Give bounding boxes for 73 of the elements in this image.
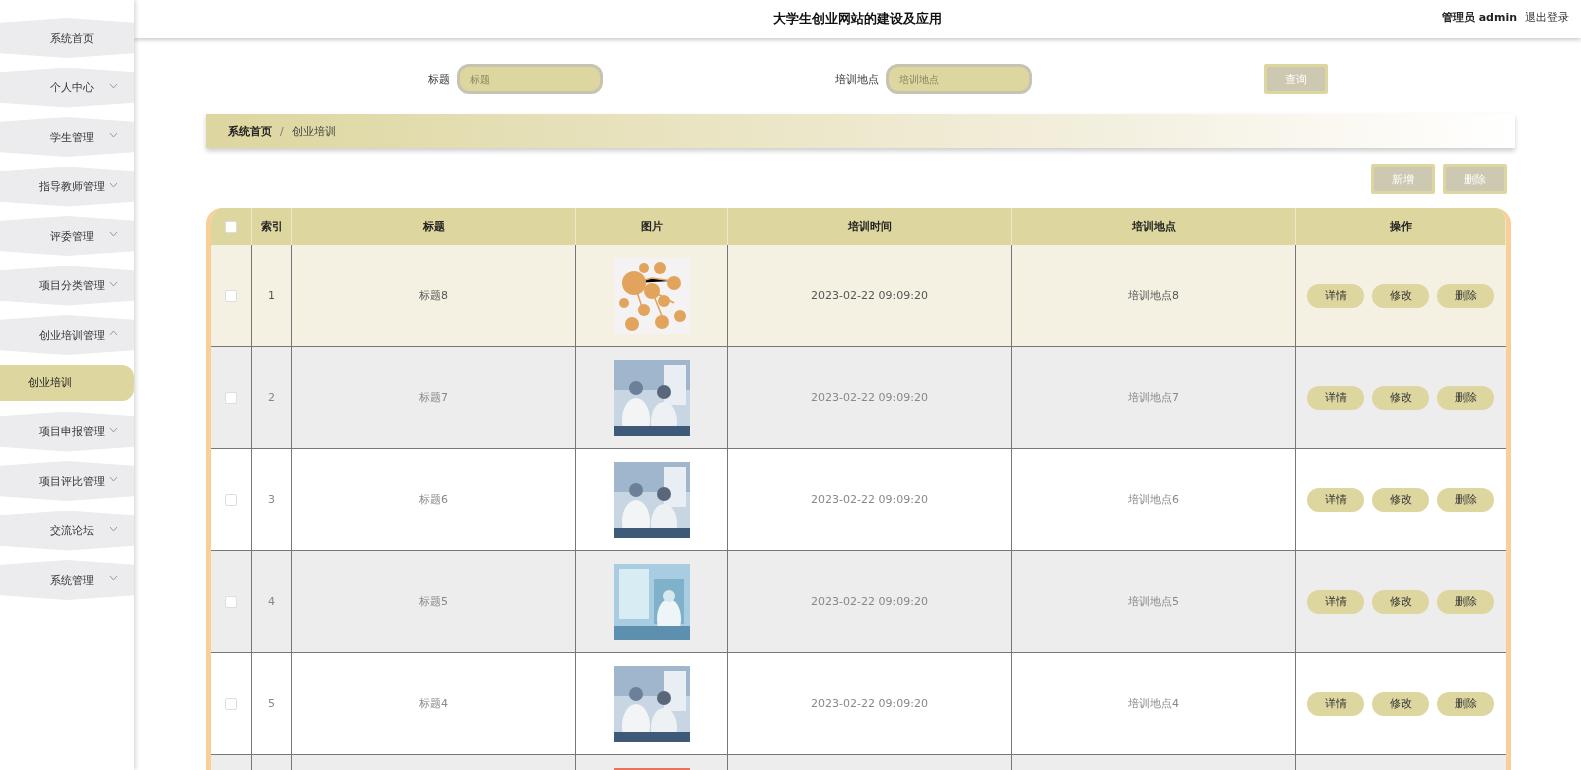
row-index: 4 bbox=[268, 595, 275, 608]
table-cell: 2023-02-22 09:09:20 bbox=[811, 289, 928, 302]
table-cell: 培训地点8 bbox=[1128, 289, 1179, 302]
row-index: 5 bbox=[268, 697, 275, 710]
row-checkbox[interactable] bbox=[225, 596, 237, 608]
table-cell: 培训地点7 bbox=[1128, 391, 1179, 404]
menu-item[interactable]: 交流论坛 bbox=[0, 510, 134, 551]
table-row[interactable]: 4 标题5 2023-02-22 09:09:20 培训地点5 详情 修改 删除 bbox=[211, 550, 1506, 653]
table-row[interactable]: 2 标题7 2023-02-22 09:09:20 培训地点7 详情 修改 删除 bbox=[211, 346, 1506, 449]
column-header: 索引 bbox=[251, 208, 292, 245]
row-checkbox[interactable] bbox=[225, 392, 237, 404]
menu-item[interactable]: 学生管理 bbox=[0, 117, 134, 157]
row-action-button[interactable]: 删除 bbox=[1437, 691, 1495, 716]
menu-item[interactable]: 系统管理 bbox=[0, 560, 134, 600]
table-cell: 培训地点6 bbox=[1128, 493, 1179, 506]
row-action-button[interactable]: 删除 bbox=[1437, 283, 1495, 308]
row-checkbox[interactable] bbox=[225, 698, 237, 710]
column-header: 培训时间 bbox=[727, 208, 1012, 245]
menu-item[interactable]: 项目评比管理 bbox=[0, 461, 134, 501]
table-cell: 2023-02-22 09:09:20 bbox=[811, 697, 928, 710]
menu-item[interactable]: 评委管理 bbox=[0, 216, 134, 256]
table-cell: 2023-02-22 09:09:20 bbox=[811, 595, 928, 608]
search-field[interactable]: 培训地点 bbox=[886, 64, 1032, 94]
menu-item[interactable]: 项目分类管理 bbox=[0, 265, 134, 306]
table-cell: 标题4 bbox=[419, 697, 448, 710]
row-action-button[interactable]: 详情 bbox=[1307, 283, 1365, 308]
field-label: 标题 bbox=[428, 71, 450, 87]
table-cell: 标题7 bbox=[419, 391, 448, 404]
row-index: 1 bbox=[268, 289, 275, 302]
submenu-item[interactable]: 创业培训 bbox=[0, 364, 134, 401]
column-header: 培训地点 bbox=[1011, 208, 1296, 245]
table-cell: 标题6 bbox=[419, 493, 448, 506]
row-action-button[interactable]: 修改 bbox=[1372, 589, 1430, 614]
table-row[interactable]: 1 标题8 2023-02-22 09:09:20 培训地点8 详情 修改 删除 bbox=[211, 245, 1506, 347]
row-index: 2 bbox=[268, 391, 275, 404]
menu-item[interactable]: 系统首页 bbox=[0, 18, 134, 58]
column-header: 标题 bbox=[291, 208, 576, 245]
row-checkbox[interactable] bbox=[225, 494, 237, 506]
table-cell: 标题8 bbox=[419, 289, 448, 302]
table-cell: 培训地点4 bbox=[1128, 697, 1179, 710]
menu-item[interactable]: 个人中心 bbox=[0, 67, 134, 108]
table-row[interactable]: 3 标题6 2023-02-22 09:09:20 培训地点6 详情 修改 删除 bbox=[211, 448, 1506, 551]
menu-item[interactable]: 指导教师管理 bbox=[0, 166, 134, 207]
row-action-button[interactable]: 修改 bbox=[1372, 283, 1430, 308]
row-checkbox[interactable] bbox=[225, 290, 237, 302]
row-action-button[interactable]: 详情 bbox=[1307, 691, 1365, 716]
table-cell: 培训地点5 bbox=[1128, 595, 1179, 608]
search-field[interactable]: 标题 bbox=[457, 64, 603, 94]
breadcrumb-link[interactable]: 系统首页 bbox=[228, 123, 272, 139]
row-action-button[interactable]: 修改 bbox=[1372, 385, 1430, 410]
row-action-button[interactable]: 修改 bbox=[1372, 691, 1430, 716]
field-label: 培训地点 bbox=[835, 71, 879, 87]
row-action-button[interactable]: 删除 bbox=[1437, 385, 1495, 410]
column-header: 图片 bbox=[575, 208, 728, 245]
select-all-checkbox[interactable] bbox=[225, 221, 237, 233]
menu-item[interactable]: 创业培训管理 bbox=[0, 315, 134, 355]
breadcrumb-separator: / bbox=[280, 124, 284, 138]
row-index: 3 bbox=[268, 493, 275, 506]
menu-item[interactable]: 项目申报管理 bbox=[0, 411, 134, 452]
row-action-button[interactable]: 修改 bbox=[1372, 487, 1430, 512]
table-cell: 标题5 bbox=[419, 595, 448, 608]
table-cell: 2023-02-22 09:09:20 bbox=[811, 391, 928, 404]
row-action-button[interactable]: 删除 bbox=[1437, 487, 1495, 512]
row-action-button[interactable]: 详情 bbox=[1307, 385, 1365, 410]
row-action-button[interactable]: 删除 bbox=[1437, 589, 1495, 614]
row-action-button[interactable]: 详情 bbox=[1307, 589, 1365, 614]
table-cell: 2023-02-22 09:09:20 bbox=[811, 493, 928, 506]
user-label: 管理员 admin bbox=[1441, 10, 1517, 25]
table-row[interactable]: 5 标题4 2023-02-22 09:09:20 培训地点4 详情 修改 删除 bbox=[211, 652, 1506, 755]
column-header: 操作 bbox=[1295, 208, 1506, 245]
row-action-button[interactable]: 详情 bbox=[1307, 487, 1365, 512]
site-title: 大学生创业网站的建设及应用 bbox=[773, 10, 942, 28]
logout-link[interactable]: 退出登录 bbox=[1525, 10, 1569, 25]
